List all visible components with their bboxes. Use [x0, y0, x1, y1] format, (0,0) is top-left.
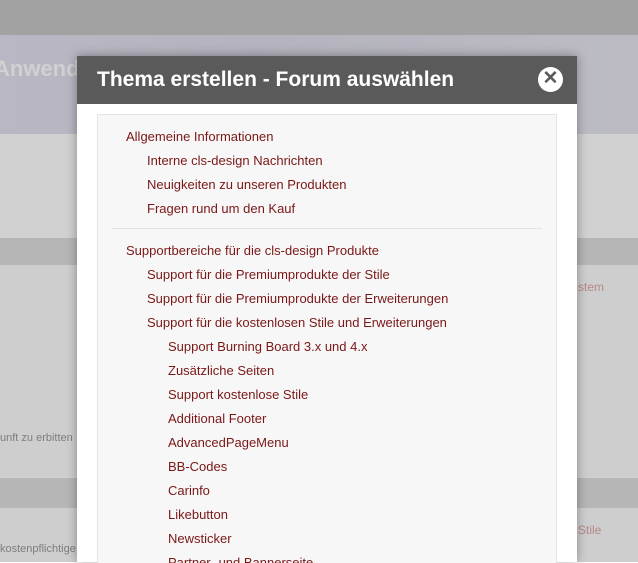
forum-section: Supportbereiche für die cls-design Produ… — [98, 229, 556, 563]
forum-link[interactable]: Carinfo — [98, 479, 556, 503]
forum-section: Allgemeine Informationen Interne cls-desi… — [98, 115, 556, 228]
forum-link[interactable]: Newsticker — [98, 527, 556, 551]
forum-category-link[interactable]: Allgemeine Informationen — [98, 125, 556, 149]
forum-link[interactable]: Support für die kostenlosen Stile und Er… — [98, 311, 556, 335]
forum-select-dialog: Thema erstellen - Forum auswählen ✕ Allg… — [77, 56, 577, 563]
forum-link[interactable]: AdvancedPageMenu — [98, 431, 556, 455]
forum-category-link[interactable]: Supportbereiche für die cls-design Produ… — [98, 239, 556, 263]
forum-link[interactable]: Support für die Premiumprodukte der Stil… — [98, 263, 556, 287]
forum-link[interactable]: Zusätzliche Seiten — [98, 359, 556, 383]
dialog-title: Thema erstellen - Forum auswählen — [97, 68, 455, 91]
forum-link[interactable]: Additional Footer — [98, 407, 556, 431]
forum-link[interactable]: Partner- und Bannerseite — [98, 551, 556, 563]
forum-link[interactable]: Support Burning Board 3.x und 4.x — [98, 335, 556, 359]
forum-list: Allgemeine Informationen Interne cls-desi… — [98, 115, 556, 563]
forum-link[interactable]: Support für die Premiumprodukte der Erwe… — [98, 287, 556, 311]
forum-link[interactable]: Interne cls-design Nachrichten — [98, 149, 556, 173]
forum-link[interactable]: Neuigkeiten zu unseren Produkten — [98, 173, 556, 197]
close-icon[interactable]: ✕ — [538, 67, 563, 92]
forum-link[interactable]: Support kostenlose Stile — [98, 383, 556, 407]
forum-link[interactable]: BB-Codes — [98, 455, 556, 479]
forum-link[interactable]: Fragen rund um den Kauf — [98, 197, 556, 221]
forum-link[interactable]: Likebutton — [98, 503, 556, 527]
forum-list-container[interactable]: Allgemeine Informationen Interne cls-desi… — [97, 114, 557, 563]
dialog-header: Thema erstellen - Forum auswählen ✕ — [77, 56, 577, 104]
